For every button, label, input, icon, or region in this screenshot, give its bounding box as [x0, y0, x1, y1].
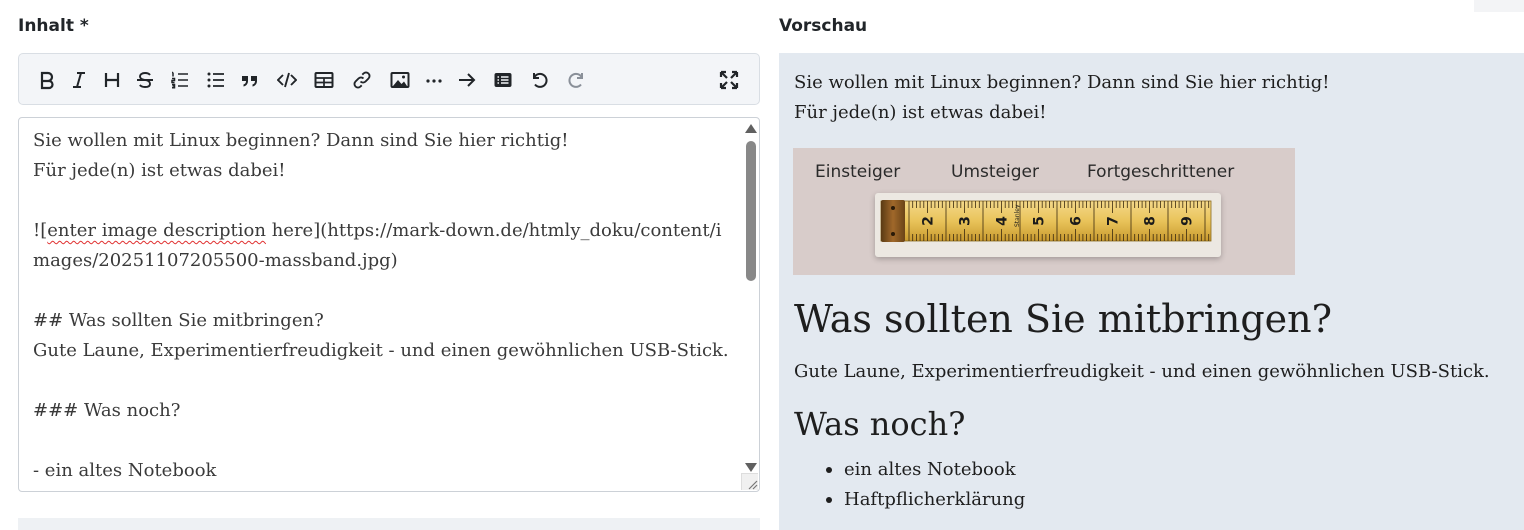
scroll-down-arrow-icon[interactable] [745, 463, 757, 472]
image-caption-advanced: Fortgeschrittener [1087, 162, 1235, 182]
preview-heading-3: Was noch? [794, 405, 966, 443]
heading-icon [104, 73, 120, 87]
unordered-list-icon [207, 72, 224, 88]
resize-handle[interactable] [741, 473, 758, 490]
tape-number: 5 [1032, 216, 1048, 226]
redo-icon [568, 72, 583, 88]
editor-line: ​ [33, 276, 733, 306]
image-caption-switcher: Umsteiger [951, 162, 1039, 182]
editor-line: Gute Laune, Experimentierfreudigkeit - u… [33, 340, 729, 361]
heading-button[interactable] [97, 65, 127, 95]
redo-button[interactable] [561, 65, 591, 95]
preview-heading-2: Was sollten Sie mitbringen? [794, 297, 1332, 341]
list-box-icon [494, 73, 512, 87]
tape-number: 3 [958, 216, 974, 226]
editor-scrollbar[interactable] [743, 122, 757, 474]
tape-backdrop: 2 3 4 5 6 7 8 9 Stanley [875, 193, 1221, 257]
link-icon [353, 71, 371, 89]
unordered-list-button[interactable] [201, 65, 231, 95]
editor-line: ​ [33, 186, 733, 216]
preview-paragraph-line: Für jede(n) ist etwas dabei! [794, 102, 1047, 123]
strikethrough-icon [137, 72, 153, 88]
editor-line: Sie wollen mit Linux beginnen? Dann sind… [33, 130, 569, 151]
code-button[interactable] [272, 65, 302, 95]
fullscreen-icon [719, 70, 739, 90]
link-button[interactable] [347, 65, 377, 95]
tape-number: 8 [1143, 216, 1159, 226]
editor-line: Für jede(n) ist etwas dabei! [33, 160, 286, 181]
bold-icon [40, 71, 54, 90]
preview-bullet-list: ein altes Notebook Haftpflicherklärung [794, 455, 1025, 515]
tape-number: 9 [1180, 216, 1196, 226]
markdown-editor[interactable]: Sie wollen mit Linux beginnen? Dann sind… [18, 117, 760, 492]
editor-line: ​ [33, 426, 733, 456]
scrollbar-thumb[interactable] [746, 141, 756, 281]
preview-label: Vorschau [779, 16, 868, 36]
list-box-button[interactable] [488, 65, 518, 95]
italic-button[interactable] [64, 65, 94, 95]
editor-toolbar [18, 53, 760, 105]
preview-list-item: ein altes Notebook [794, 455, 1025, 485]
tape-brand-label: Stanley [1014, 204, 1021, 227]
editor-line-image: ![enter image description here](https://… [33, 220, 722, 271]
tape-number: 4 [995, 216, 1011, 226]
undo-icon [533, 72, 548, 88]
more-horizontal-icon [426, 79, 442, 83]
scroll-up-arrow-icon[interactable] [745, 124, 757, 133]
top-right-control [1474, 0, 1524, 12]
preview-paragraph-line: Sie wollen mit Linux beginnen? Dann sind… [794, 72, 1330, 93]
ordered-list-button[interactable] [165, 65, 195, 95]
editor-line: - ein altes Notebook [33, 460, 217, 481]
italic-icon [73, 72, 85, 88]
measuring-tape-graphic: 2 3 4 5 6 7 8 9 Stanley [880, 200, 1212, 242]
preview-pane: Sie wollen mit Linux beginnen? Dann sind… [779, 53, 1524, 530]
table-button[interactable] [309, 65, 339, 95]
bold-button[interactable] [32, 65, 62, 95]
content-field-label: Inhalt * [18, 16, 89, 36]
image-icon [390, 72, 410, 88]
image-caption-beginner: Einsteiger [815, 162, 901, 182]
resize-grip-icon [748, 480, 758, 490]
quote-button[interactable] [235, 65, 265, 95]
quote-icon [242, 76, 257, 87]
tape-number: 6 [1069, 216, 1085, 226]
editor-bottom-bar [18, 518, 760, 530]
arrow-right-icon [459, 73, 476, 87]
horizontal-rule-button[interactable] [419, 65, 449, 95]
table-icon [314, 72, 334, 88]
image-button[interactable] [385, 65, 415, 95]
code-icon [277, 72, 297, 88]
editor-content[interactable]: Sie wollen mit Linux beginnen? Dann sind… [33, 126, 733, 486]
spellcheck-word: enter image description [47, 220, 266, 241]
ordered-list-icon [171, 71, 188, 89]
fullscreen-button[interactable] [714, 65, 744, 95]
undo-button[interactable] [525, 65, 555, 95]
preview-image-measuring-tape: Einsteiger Umsteiger Fortgeschrittener 2… [793, 148, 1295, 275]
strikethrough-button[interactable] [130, 65, 160, 95]
arrow-right-button[interactable] [452, 65, 482, 95]
preview-list-item: Haftpflicherklärung [794, 485, 1025, 515]
editor-line: ​ [33, 366, 733, 396]
editor-line: ## Was sollten Sie mitbringen? [33, 310, 324, 331]
tape-number: 7 [1106, 216, 1122, 226]
tape-number: 2 [921, 216, 937, 226]
editor-line: ### Was noch? [33, 400, 181, 421]
preview-paragraph: Gute Laune, Experimentierfreudigkeit - u… [794, 361, 1490, 382]
